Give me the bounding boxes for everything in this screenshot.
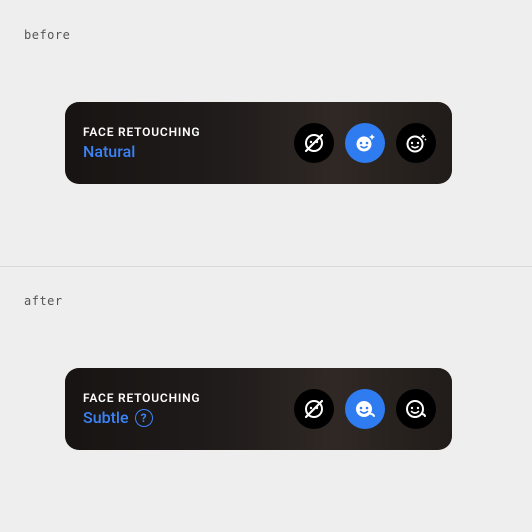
option-icons [294,123,436,163]
panel-value: Subtle [83,408,129,427]
face-subtle-icon [353,397,377,421]
retouching-panel-before: FACE RETOUCHING Natural [65,102,452,184]
retouch-smooth-button[interactable] [396,389,436,429]
help-icon[interactable]: ? [135,409,153,427]
after-section: after FACE RETOUCHING Subtle ? [0,266,532,532]
panel-text: FACE RETOUCHING Subtle ? [83,391,294,427]
retouch-soft-button[interactable] [396,123,436,163]
face-off-icon [302,131,326,155]
panel-title: FACE RETOUCHING [83,125,294,139]
retouch-off-button[interactable] [294,389,334,429]
panel-value: Natural [83,142,135,161]
option-icons [294,389,436,429]
face-natural-icon [353,131,377,155]
face-soft-icon [404,131,428,155]
value-row: Natural [83,142,294,161]
retouch-subtle-button[interactable] [345,389,385,429]
before-label: before [24,28,70,42]
retouch-off-button[interactable] [294,123,334,163]
retouching-panel-after: FACE RETOUCHING Subtle ? [65,368,452,450]
panel-title: FACE RETOUCHING [83,391,294,405]
face-off-icon [302,397,326,421]
face-smooth-icon [404,397,428,421]
before-section: before FACE RETOUCHING Natural [0,0,532,266]
after-label: after [24,294,63,308]
panel-text: FACE RETOUCHING Natural [83,125,294,161]
retouch-natural-button[interactable] [345,123,385,163]
value-row: Subtle ? [83,408,294,427]
